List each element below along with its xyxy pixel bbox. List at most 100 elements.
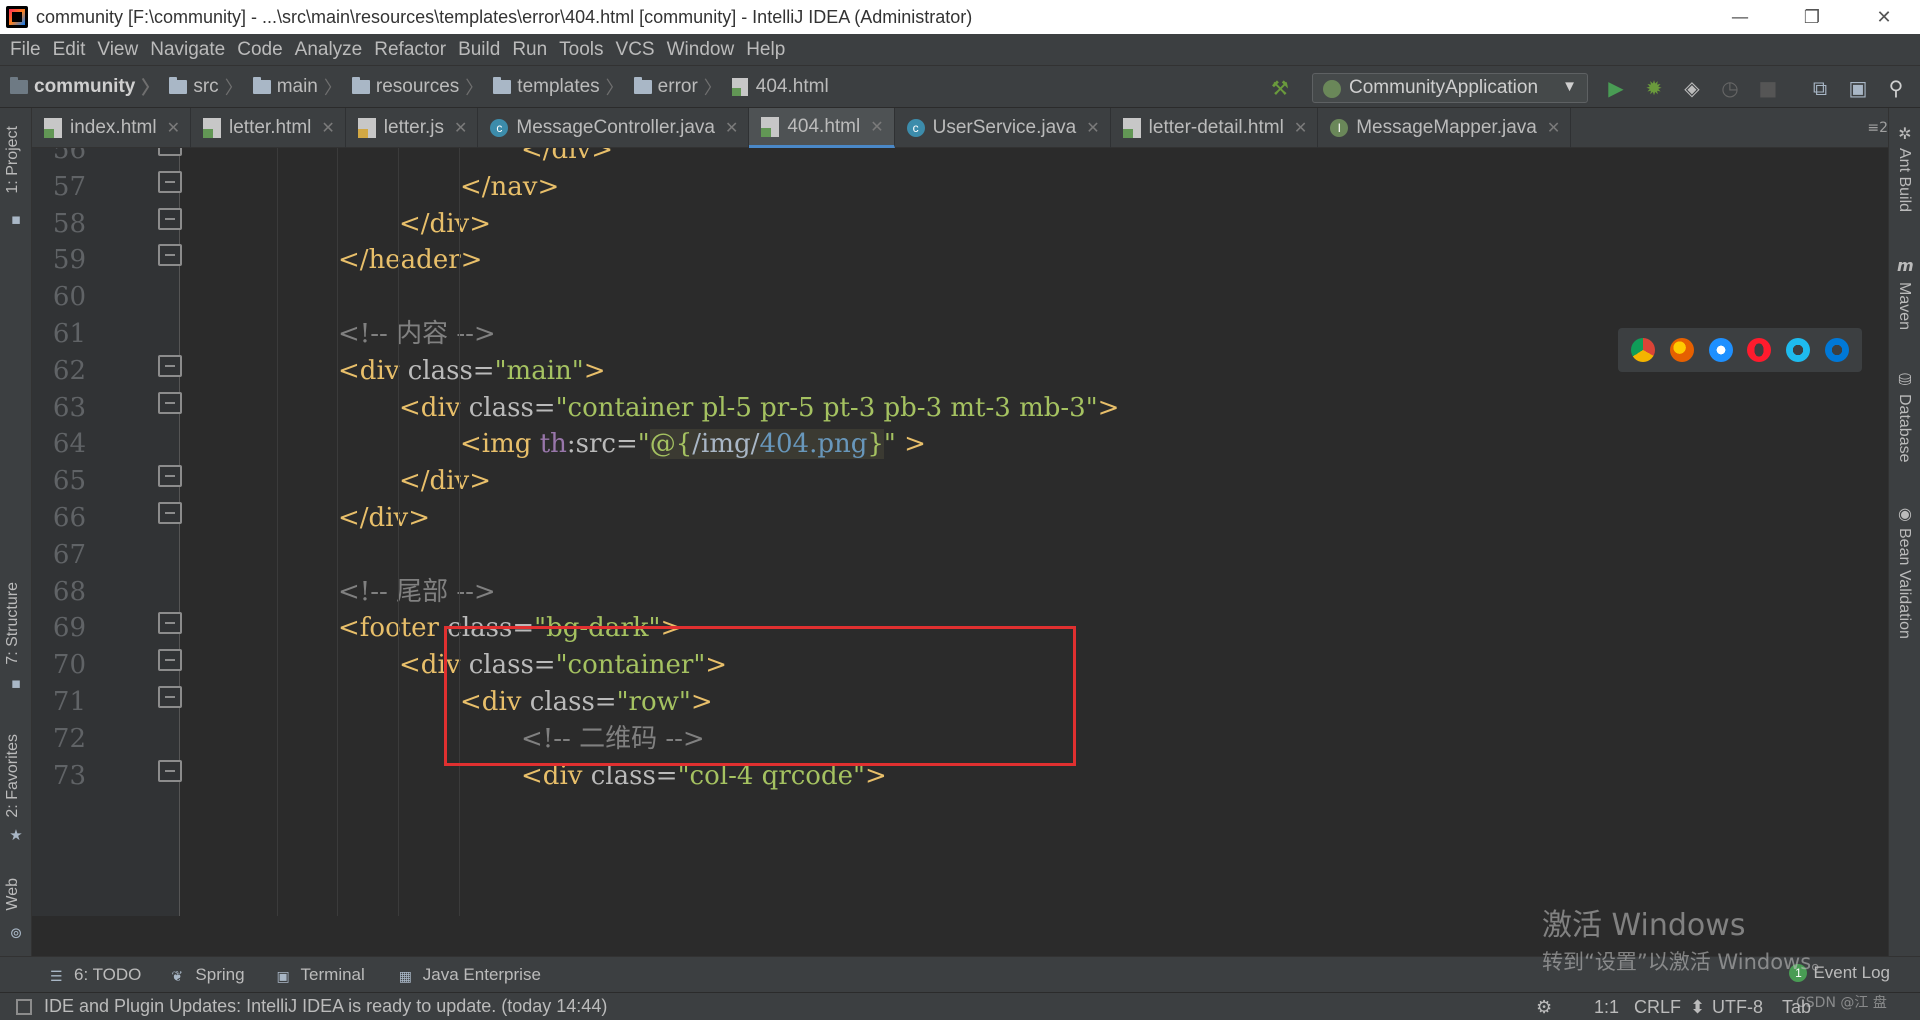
project-structure-icon[interactable]: ⧉ (1808, 76, 1832, 100)
database-icon: ⛁ (1898, 370, 1912, 389)
fold-marker-icon[interactable] (158, 148, 182, 156)
close-tab-icon[interactable]: ✕ (870, 117, 883, 137)
menu-build[interactable]: Build (452, 39, 506, 61)
close-tab-icon[interactable]: ✕ (725, 118, 738, 138)
menu-tools[interactable]: Tools (553, 39, 609, 61)
tool-label: Java Enterprise (422, 964, 541, 984)
tool-window-toggle-icon[interactable] (16, 998, 32, 1015)
internet-explorer-icon[interactable] (1785, 338, 1810, 362)
close-tab-icon[interactable]: ✕ (1547, 118, 1560, 138)
opera-icon[interactable] (1747, 338, 1772, 362)
tool-database[interactable]: Database (1895, 394, 1913, 463)
tool-java-enterprise[interactable]: ▦ Java Enterprise (399, 965, 541, 985)
star-icon: ★ (9, 826, 23, 844)
tool-web[interactable]: Web (4, 878, 22, 911)
breadcrumb-label: 404.html (755, 75, 829, 97)
tab-message-mapper[interactable]: I MessageMapper.java ✕ (1318, 108, 1572, 148)
status-message[interactable]: IDE and Plugin Updates: IntelliJ IDEA is… (44, 996, 607, 1017)
fold-marker-icon[interactable] (158, 354, 182, 377)
terminal-window-icon[interactable]: ▣ (1846, 76, 1870, 100)
fold-marker-icon[interactable] (158, 686, 182, 708)
restore-button[interactable]: ❐ (1776, 0, 1848, 34)
menu-window[interactable]: Window (661, 39, 741, 61)
windows-activation-watermark: 激活 Windows 转到“设置”以激活 Windows。 (1542, 900, 1832, 976)
breadcrumb-404-html[interactable]: 404.html (722, 76, 829, 98)
indent-guide (337, 148, 338, 916)
menu-analyze[interactable]: Analyze (289, 39, 369, 61)
fold-marker-icon[interactable] (158, 612, 182, 635)
menu-help[interactable]: Help (740, 39, 791, 61)
tool-terminal[interactable]: ▣ Terminal (277, 965, 365, 985)
profile-icon[interactable]: ◷ (1718, 76, 1742, 100)
tool-spring[interactable]: ❦ Spring (171, 965, 244, 985)
breadcrumb-community[interactable]: community 〉 (0, 74, 159, 100)
tab-letter-html[interactable]: letter.html ✕ (191, 108, 346, 148)
fold-marker-icon[interactable] (158, 649, 182, 672)
breadcrumb-templates[interactable]: templates 〉 (483, 74, 624, 100)
run-configuration-select[interactable]: CommunityApplication ▼ (1312, 73, 1588, 103)
code-editor[interactable]: 56 </div> 57 </nav> 58 </div> 59 </header> 60 61 <… (32, 148, 1888, 916)
breadcrumb-resources[interactable]: resources 〉 (342, 74, 483, 100)
tool-project[interactable]: 1: Project (4, 126, 22, 194)
chrome-icon[interactable] (1631, 338, 1656, 362)
debug-icon[interactable]: ✹ (1642, 76, 1666, 100)
menu-file[interactable]: File (4, 39, 47, 61)
fold-marker-icon[interactable] (158, 465, 182, 488)
safari-icon[interactable] (1708, 338, 1733, 362)
watermark-title: 激活 Windows (1542, 908, 1746, 943)
coverage-icon[interactable]: ◈ (1680, 76, 1704, 100)
tab-404-html[interactable]: 404.html ✕ (749, 108, 895, 148)
close-tab-icon[interactable]: ✕ (321, 118, 334, 138)
bean-validation-icon: ◉ (1898, 504, 1912, 523)
menu-navigate[interactable]: Navigate (144, 39, 231, 61)
tab-user-service[interactable]: c UserService.java ✕ (895, 108, 1111, 148)
breadcrumb-error[interactable]: error 〉 (624, 74, 722, 100)
fold-marker-icon[interactable] (158, 244, 182, 267)
fold-marker-icon[interactable] (158, 391, 182, 414)
breadcrumb-main[interactable]: main 〉 (243, 74, 342, 100)
tool-favorites[interactable]: 2: Favorites (4, 734, 22, 818)
tab-message-controller[interactable]: c MessageController.java ✕ (478, 108, 750, 148)
breadcrumb-src[interactable]: src 〉 (159, 74, 243, 100)
left-tool-strip: 1: Project ▪ 7: Structure ▪ 2: Favorites… (0, 108, 32, 956)
fold-marker-icon[interactable] (158, 170, 182, 193)
settings-gear-icon[interactable]: ⚙ (1536, 997, 1552, 1018)
firefox-icon[interactable] (1669, 338, 1694, 362)
java-class-icon: c (906, 119, 925, 137)
search-icon[interactable]: ⚲ (1884, 76, 1908, 100)
file-encoding[interactable]: UTF-8 (1712, 997, 1763, 1018)
tool-bean-validation[interactable]: Bean Validation (1895, 528, 1913, 639)
minimize-button[interactable]: — (1704, 0, 1776, 34)
edge-icon[interactable] (1824, 338, 1849, 362)
tool-maven[interactable]: Maven (1895, 282, 1913, 330)
menu-code[interactable]: Code (231, 39, 288, 61)
tool-ant-build[interactable]: Ant Build (1895, 148, 1913, 212)
close-button[interactable]: ✕ (1848, 0, 1920, 34)
fold-marker-icon[interactable] (158, 759, 182, 782)
close-tab-icon[interactable]: ✕ (1086, 118, 1099, 138)
menu-refactor[interactable]: Refactor (368, 39, 452, 61)
menu-vcs[interactable]: VCS (610, 39, 661, 61)
caret-position[interactable]: 1:1 (1594, 997, 1619, 1018)
fold-marker-icon[interactable] (158, 207, 182, 230)
stop-icon[interactable]: ■ (1756, 76, 1780, 100)
menu-view[interactable]: View (91, 39, 144, 61)
menu-edit[interactable]: Edit (47, 39, 92, 61)
fold-marker-icon[interactable] (158, 502, 182, 524)
tool-todo[interactable]: ☰ 6: TODO (50, 965, 141, 985)
tab-index-html[interactable]: index.html ✕ (32, 108, 192, 148)
tab-overflow-menu[interactable]: ≡2 (1867, 120, 1888, 136)
tab-letter-js[interactable]: letter.js ✕ (346, 108, 479, 148)
run-icon[interactable]: ▶ (1604, 76, 1628, 100)
status-bar: IDE and Plugin Updates: IntelliJ IDEA is… (0, 992, 1920, 1020)
breadcrumb-separator: 〉 (224, 77, 243, 98)
close-tab-icon[interactable]: ✕ (1294, 118, 1307, 138)
close-tab-icon[interactable]: ✕ (167, 118, 180, 138)
line-separator[interactable]: CRLF (1634, 997, 1681, 1018)
tool-structure[interactable]: 7: Structure (4, 582, 22, 665)
menu-run[interactable]: Run (506, 39, 553, 61)
close-tab-icon[interactable]: ✕ (454, 118, 467, 138)
tab-label: letter.html (229, 117, 312, 138)
tab-letter-detail-html[interactable]: letter-detail.html ✕ (1111, 108, 1319, 148)
build-hammer-icon[interactable]: ⚒ (1268, 76, 1292, 100)
